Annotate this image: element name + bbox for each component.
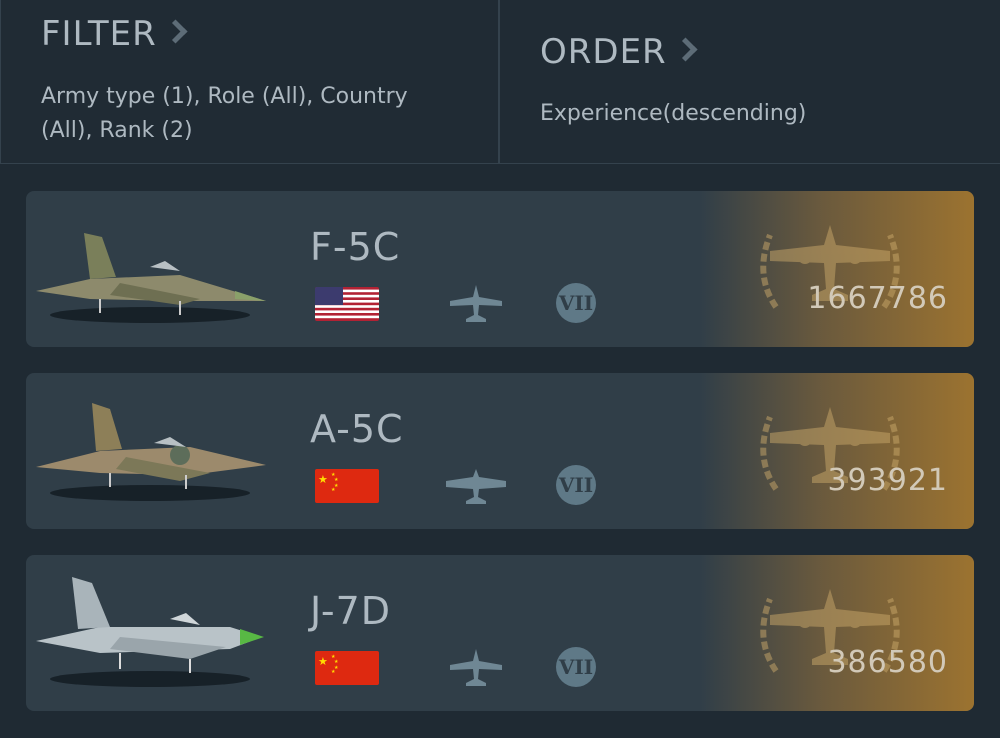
filter-order-bar: FILTER Army type (1), Role (All), Countr…	[0, 0, 1000, 164]
svg-text:★: ★	[331, 487, 336, 493]
filter-panel[interactable]: FILTER Army type (1), Role (All), Countr…	[0, 0, 500, 163]
experience-value: 1667786	[807, 281, 948, 316]
filter-title-label: FILTER	[41, 14, 157, 54]
rank-badge: VII	[556, 465, 596, 505]
aircraft-image	[36, 577, 264, 687]
china-flag-icon: ★ ★ ★ ★ ★	[315, 469, 379, 503]
aircraft-image	[36, 403, 266, 501]
chevron-right-icon	[163, 19, 188, 44]
vehicle-card[interactable]: A-5C ★ ★ ★ ★ ★ VII 393921	[26, 373, 974, 529]
attacker-icon	[446, 469, 506, 504]
svg-text:★: ★	[331, 669, 336, 675]
svg-text:★: ★	[318, 473, 328, 486]
order-title-label: ORDER	[540, 32, 667, 72]
fighter-icon	[450, 285, 502, 322]
china-flag-icon: ★ ★ ★ ★ ★	[315, 651, 379, 685]
filter-description: Army type (1), Role (All), Country (All)…	[41, 84, 408, 143]
order-title: ORDER	[540, 32, 698, 72]
vehicle-name: J-7D	[310, 589, 392, 633]
vehicle-name: A-5C	[310, 407, 404, 451]
rank-badge: VII	[556, 283, 596, 323]
experience-value: 386580	[827, 645, 948, 680]
aircraft-image	[36, 233, 266, 323]
svg-text:★: ★	[318, 655, 328, 668]
fighter-icon	[450, 649, 502, 686]
chevron-right-icon	[673, 37, 698, 62]
order-panel[interactable]: ORDER Experience(descending)	[500, 0, 1000, 163]
usa-flag-icon	[315, 287, 379, 321]
vehicle-card[interactable]: J-7D ★ ★ ★ ★ ★ VII 386580	[26, 555, 974, 711]
order-description: Experience(descending)	[540, 101, 807, 126]
filter-title: FILTER	[41, 14, 188, 54]
vehicle-name: F-5C	[310, 225, 401, 269]
experience-value: 393921	[827, 463, 948, 498]
rank-badge: VII	[556, 647, 596, 687]
vehicle-card[interactable]: F-5C VII 1667786	[26, 191, 974, 347]
